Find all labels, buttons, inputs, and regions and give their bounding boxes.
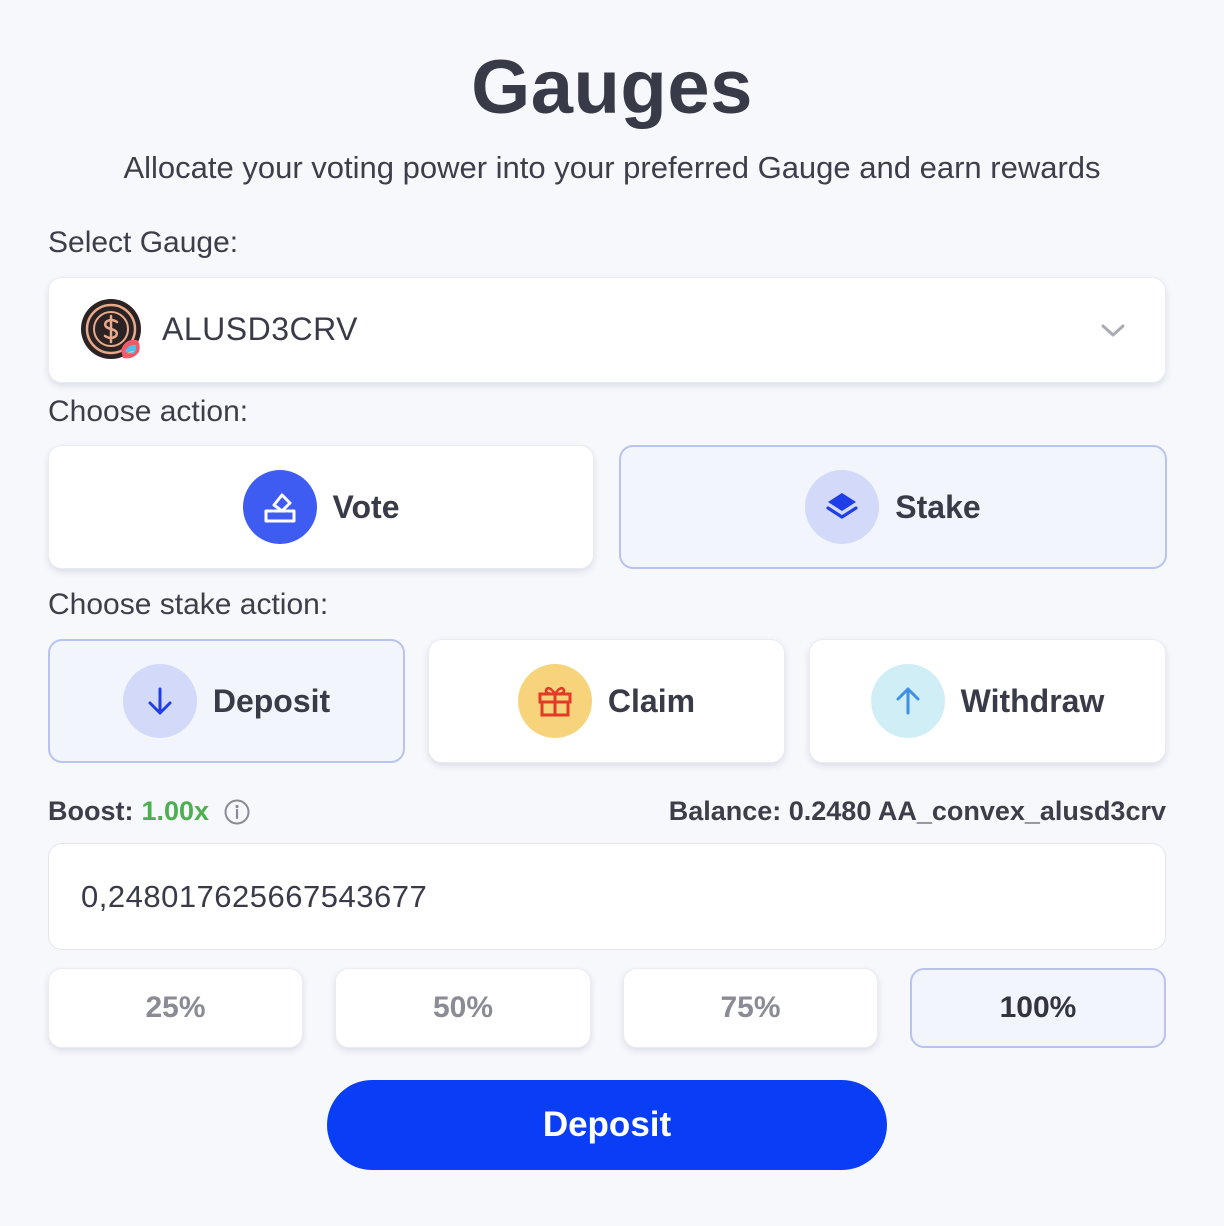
- deposit-option-button[interactable]: Deposit: [48, 639, 405, 763]
- page-subtitle: Allocate your voting power into your pre…: [123, 150, 1101, 185]
- boost-balance-row: Boost: 1.00x Balance: 0.2480 AA_convex_a…: [48, 796, 1166, 836]
- gauge-select-value: ALUSD3CRV: [162, 311, 358, 347]
- choose-stake-action-label: Choose stake action:: [48, 588, 329, 621]
- gift-icon: [517, 664, 592, 738]
- percent-25-label: 25%: [145, 991, 206, 1024]
- choose-action-label: Choose action:: [48, 395, 249, 428]
- withdraw-option-content: Withdraw: [810, 640, 1165, 762]
- percent-75-button[interactable]: 75%: [623, 968, 878, 1048]
- alusd-token-icon: [81, 299, 141, 359]
- percent-50-label: 50%: [432, 991, 494, 1024]
- stack-layers-icon: [805, 470, 880, 544]
- percent-100-label: 100%: [999, 991, 1077, 1024]
- vote-icon: [242, 470, 317, 544]
- page-title: Gauges: [471, 45, 753, 130]
- gauge-select-dropdown[interactable]: ALUSD3CRV: [48, 277, 1166, 383]
- deposit-option-content: Deposit: [50, 641, 403, 761]
- percent-100-button[interactable]: 100%: [910, 968, 1166, 1048]
- vote-button-content: Vote: [49, 446, 593, 568]
- gauges-page: Gauges Allocate your voting power into y…: [0, 0, 1224, 1226]
- boost-value: 1.00x: [141, 796, 210, 826]
- percent-25-button[interactable]: 25%: [48, 968, 303, 1048]
- vote-button[interactable]: Vote: [48, 445, 594, 569]
- stake-button[interactable]: Stake: [619, 445, 1167, 569]
- stake-button-label: Stake: [895, 488, 981, 525]
- boost-info: Boost: 1.00x: [48, 796, 251, 827]
- chevron-down-icon: [1101, 324, 1125, 337]
- percent-50-button[interactable]: 50%: [335, 968, 591, 1048]
- percent-75-label: 75%: [720, 991, 781, 1024]
- deposit-option-label: Deposit: [212, 682, 331, 719]
- boost-label: Boost:: [48, 796, 134, 826]
- vote-button-label: Vote: [332, 488, 400, 525]
- amount-input[interactable]: [48, 843, 1166, 950]
- deposit-submit-button[interactable]: Deposit: [327, 1080, 887, 1170]
- withdraw-option-button[interactable]: Withdraw: [809, 639, 1166, 763]
- arrow-up-icon: [870, 664, 945, 738]
- select-gauge-label: Select Gauge:: [48, 226, 239, 259]
- stake-button-content: Stake: [621, 447, 1165, 567]
- balance-text: Balance: 0.2480 AA_convex_alusd3crv: [668, 796, 1166, 826]
- info-icon[interactable]: [223, 798, 251, 826]
- withdraw-option-label: Withdraw: [960, 682, 1105, 719]
- claim-option-content: Claim: [429, 640, 784, 762]
- arrow-down-icon: [122, 664, 197, 738]
- claim-option-label: Claim: [607, 682, 696, 719]
- claim-option-button[interactable]: Claim: [428, 639, 785, 763]
